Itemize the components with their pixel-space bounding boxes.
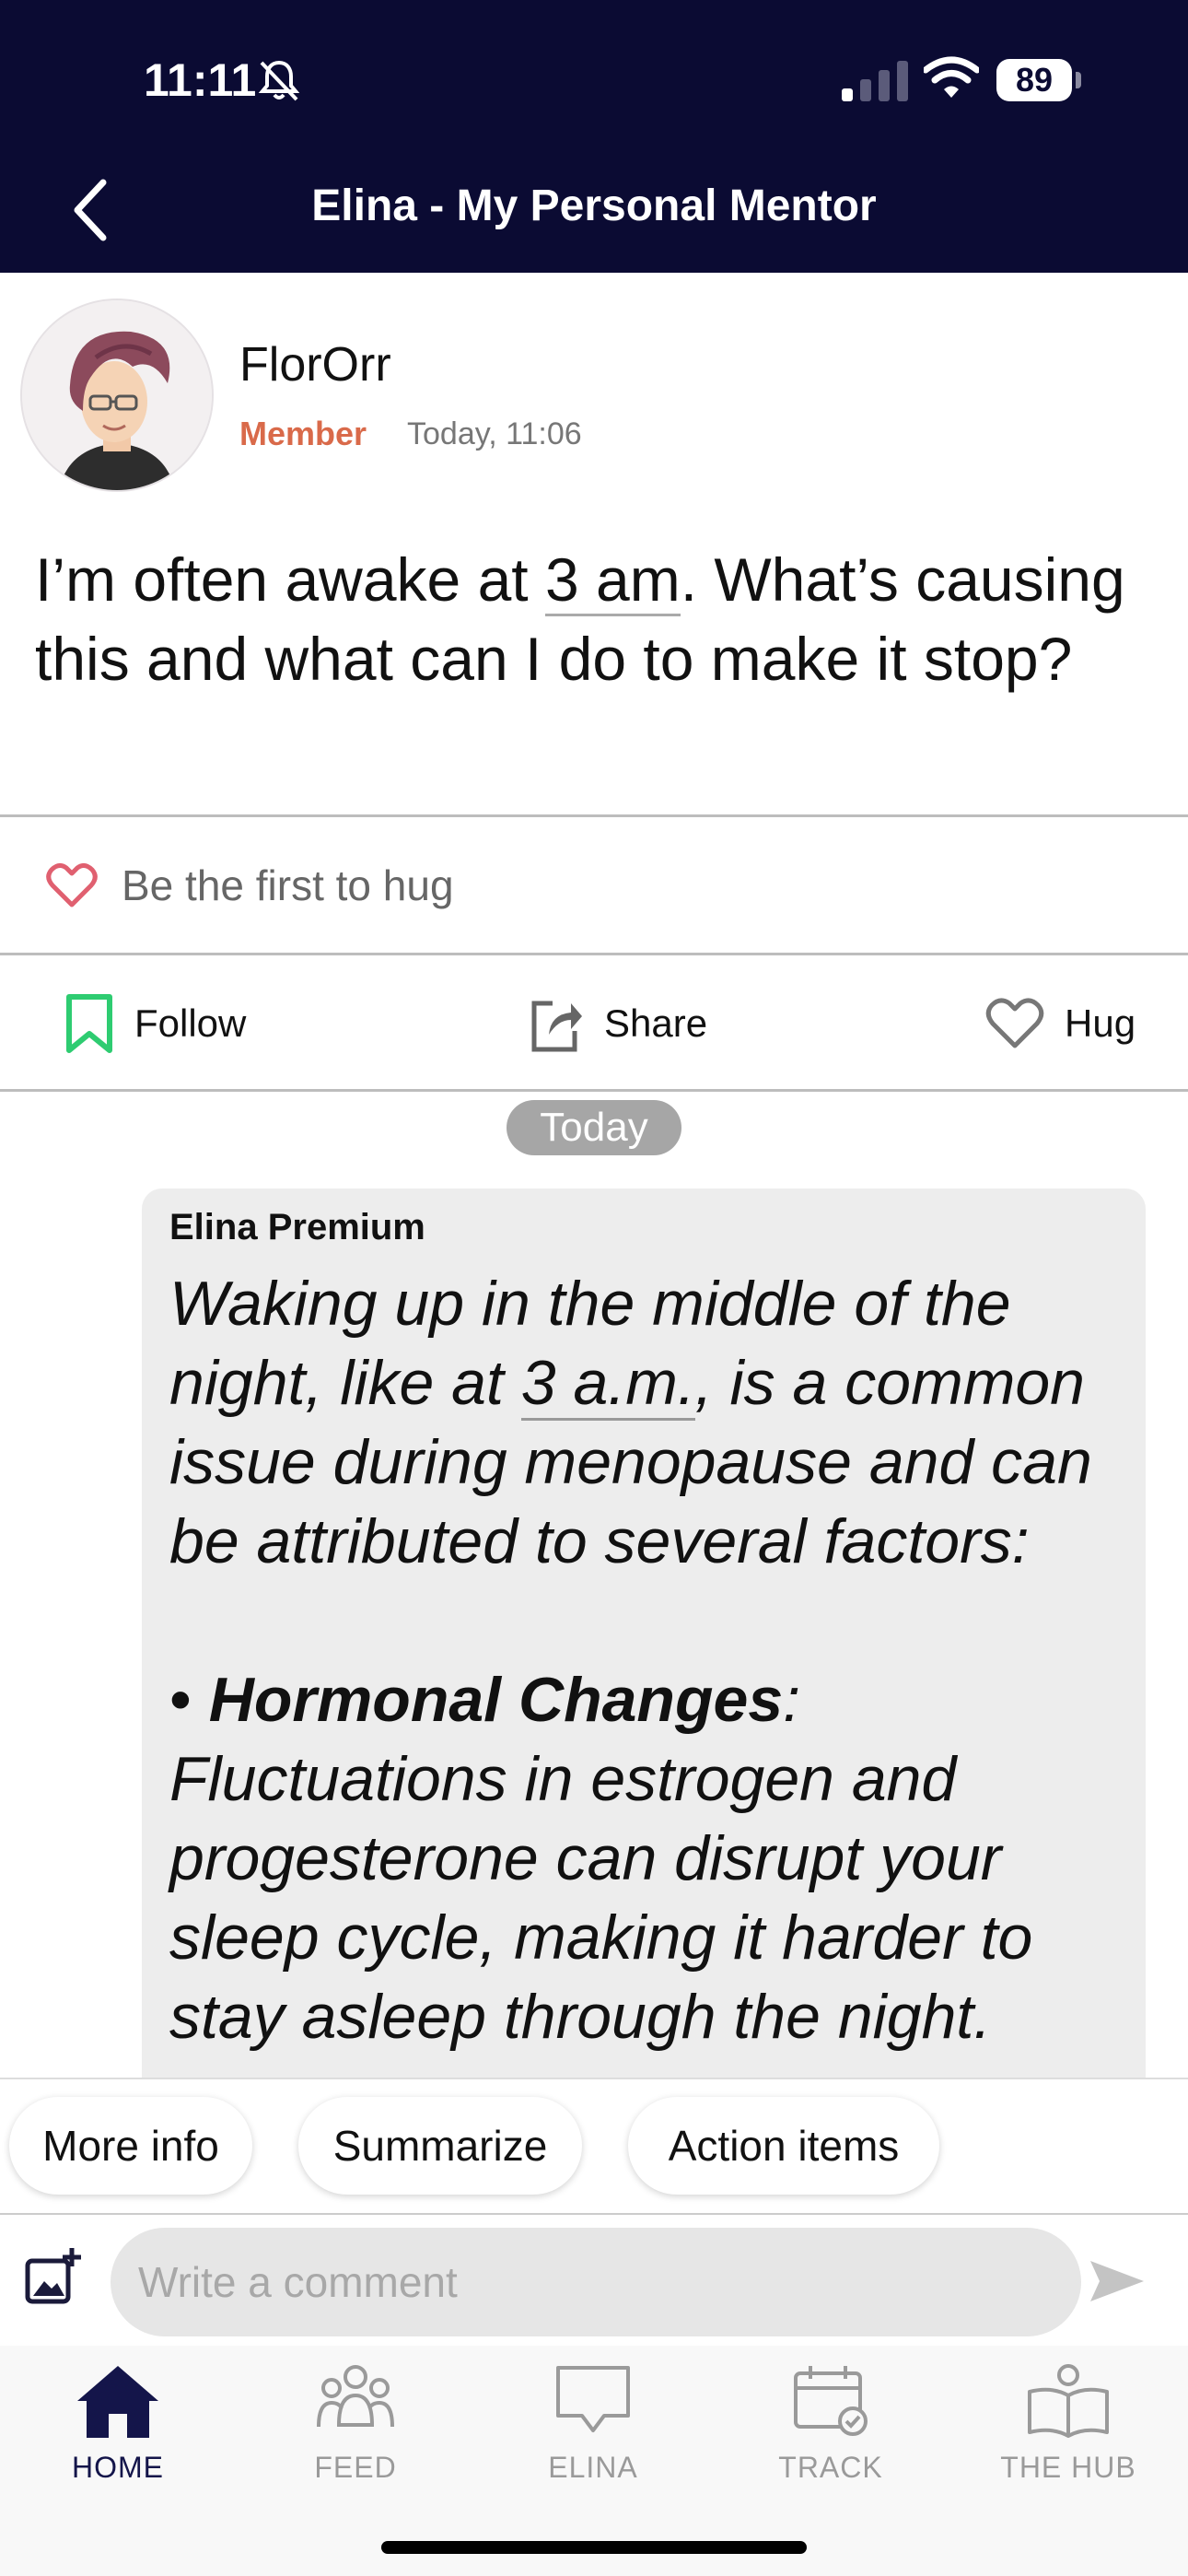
question-text-start: I’m often awake at bbox=[35, 545, 545, 614]
battery-tip bbox=[1076, 72, 1081, 88]
bullet-title: Hormonal Changes bbox=[208, 1665, 784, 1735]
follow-button[interactable]: Follow bbox=[64, 982, 246, 1065]
avatar-illustration bbox=[22, 300, 212, 490]
send-icon[interactable] bbox=[1087, 2255, 1147, 2307]
avatar[interactable] bbox=[20, 299, 214, 492]
divider bbox=[0, 2213, 1188, 2215]
tab-feed[interactable]: FEED bbox=[254, 2360, 457, 2484]
time-link[interactable]: 3 am bbox=[544, 545, 681, 616]
hug-button[interactable]: Hug bbox=[985, 982, 1136, 1065]
divider bbox=[0, 2078, 1188, 2079]
tab-track-label: TRACK bbox=[778, 2451, 883, 2484]
message-bubble: Elina Premium Waking up in the middle of… bbox=[142, 1188, 1146, 2091]
bullet-marker: • bbox=[169, 1665, 192, 1735]
share-icon bbox=[531, 1001, 582, 1052]
tab-track[interactable]: TRACK bbox=[729, 2360, 932, 2484]
post-question: I’m often awake at 3 am. What’s causing … bbox=[35, 540, 1159, 698]
tab-the-hub[interactable]: THE HUB bbox=[967, 2360, 1170, 2484]
message-body: Waking up in the middle of the night, li… bbox=[169, 1264, 1127, 2056]
bullet-text: Fluctuations in estrogen and progesteron… bbox=[169, 1744, 1033, 2052]
heart-icon bbox=[46, 862, 98, 907]
app-header: 11:11 89 Elina - My Personal Mentor bbox=[0, 0, 1188, 273]
bullet-colon: : bbox=[783, 1665, 801, 1735]
message-sender: Elina Premium bbox=[169, 1207, 425, 1247]
summarize-chip[interactable]: Summarize bbox=[298, 2097, 582, 2195]
tab-elina[interactable]: ELINA bbox=[492, 2360, 694, 2484]
bookmark-icon bbox=[66, 994, 112, 1053]
tab-feed-label: FEED bbox=[314, 2451, 397, 2484]
add-image-icon[interactable] bbox=[24, 2246, 83, 2305]
battery-icon: 89 bbox=[996, 59, 1072, 101]
bullet-item: • Hormonal Changes: Fluctuations in estr… bbox=[169, 1660, 1127, 2056]
status-time: 11:11 bbox=[144, 54, 257, 106]
tab-elina-label: ELINA bbox=[548, 2451, 638, 2484]
more-info-chip[interactable]: More info bbox=[9, 2097, 252, 2195]
home-icon bbox=[77, 2366, 158, 2438]
divider bbox=[0, 1089, 1188, 1092]
divider bbox=[0, 814, 1188, 817]
tab-the-hub-label: THE HUB bbox=[1000, 2451, 1136, 2484]
people-icon bbox=[317, 2365, 394, 2428]
home-indicator bbox=[381, 2541, 807, 2554]
message-intro: Waking up in the middle of the night, li… bbox=[169, 1264, 1127, 1581]
tab-home[interactable]: HOME bbox=[17, 2360, 219, 2484]
wifi-icon bbox=[924, 56, 979, 98]
page-title: Elina - My Personal Mentor bbox=[311, 181, 877, 230]
chat-bubble-icon bbox=[556, 2366, 630, 2432]
author-name[interactable]: FlorOrr bbox=[239, 337, 391, 392]
date-separator: Today bbox=[507, 1100, 681, 1155]
time-link[interactable]: 3 a.m. bbox=[520, 1348, 695, 1421]
action-items-chip[interactable]: Action items bbox=[628, 2097, 939, 2195]
open-book-icon bbox=[1028, 2364, 1109, 2438]
calendar-check-icon bbox=[794, 2366, 868, 2436]
hug-count-text[interactable]: Be the first to hug bbox=[122, 861, 454, 910]
follow-label: Follow bbox=[134, 1001, 247, 1045]
post-timestamp: Today, 11:06 bbox=[407, 416, 582, 451]
heart-icon bbox=[985, 998, 1044, 1048]
comment-input[interactable] bbox=[111, 2228, 1081, 2336]
share-button[interactable]: Share bbox=[529, 982, 707, 1065]
bell-slash-icon bbox=[258, 60, 300, 101]
signal-icon bbox=[842, 61, 908, 101]
divider bbox=[0, 953, 1188, 955]
member-badge: Member bbox=[239, 415, 367, 452]
hug-label: Hug bbox=[1065, 1001, 1136, 1045]
share-label: Share bbox=[604, 1001, 708, 1045]
tab-home-label: HOME bbox=[72, 2451, 164, 2484]
